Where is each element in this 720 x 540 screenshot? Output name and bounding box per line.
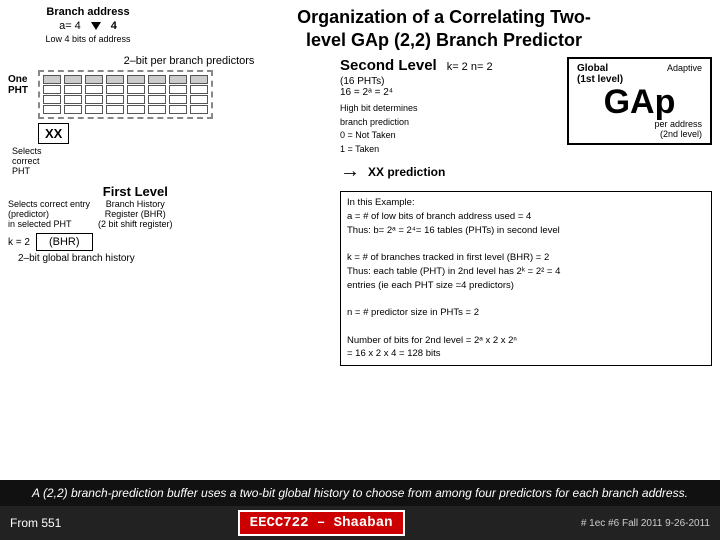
one-pht-label: OnePHT bbox=[8, 74, 38, 96]
example-line5: Thus: each table (PHT) in 2nd level has … bbox=[347, 265, 705, 279]
phts-info: (16 PHTs) 16 = 2ᵃ = 2⁴ bbox=[340, 76, 559, 98]
pht-cell bbox=[148, 75, 166, 84]
predictor-header: 2–bit per branch predictors bbox=[38, 55, 340, 67]
pht-cell bbox=[85, 95, 103, 104]
gap-text: GAp bbox=[577, 85, 702, 119]
pht-cell bbox=[106, 105, 124, 114]
bottom-banner: A (2,2) branch-prediction buffer uses a … bbox=[0, 480, 720, 506]
example-line4: k = # of branches tracked in first level… bbox=[347, 251, 705, 265]
pht-col-7 bbox=[169, 75, 187, 114]
branch-address-box: Branch address a= 4 4 Low 4 bits of addr… bbox=[8, 6, 168, 51]
pht-cell bbox=[127, 75, 145, 84]
top-section: Branch address a= 4 4 Low 4 bits of addr… bbox=[0, 0, 720, 55]
pht-cell bbox=[43, 105, 61, 114]
pht-col-2 bbox=[64, 75, 82, 114]
selects-entry-label: Selects correct entry(predictor)in selec… bbox=[8, 199, 90, 229]
pht-cell bbox=[148, 95, 166, 104]
pht-col-4 bbox=[106, 75, 124, 114]
pht-cell bbox=[64, 95, 82, 104]
example-line1: In this Example: bbox=[347, 196, 705, 210]
pht-cell bbox=[85, 75, 103, 84]
bottom-banner-text: A (2,2) branch-prediction buffer uses a … bbox=[32, 486, 688, 500]
mid-section: 2–bit per branch predictors OnePHT bbox=[0, 55, 720, 480]
pht-cell bbox=[106, 95, 124, 104]
pht-cell bbox=[190, 85, 208, 94]
pht-col-1 bbox=[43, 75, 61, 114]
pht-cell bbox=[127, 95, 145, 104]
pht-cell bbox=[43, 75, 61, 84]
a-eq-label: a= 4 bbox=[59, 20, 81, 32]
pht-cell bbox=[106, 75, 124, 84]
per-address-label: per address(2nd level) bbox=[577, 119, 702, 139]
pht-cell bbox=[169, 105, 187, 114]
footer-bar: From 551 EECC722 – Shaaban # 1ec #6 Fall… bbox=[0, 506, 720, 540]
low4-label: Low 4 bits of address bbox=[8, 34, 168, 44]
pht-cell bbox=[148, 105, 166, 114]
example-line8: Number of bits for 2nd level = 2ᵃ x 2 x … bbox=[347, 334, 705, 348]
pht-col-8 bbox=[190, 75, 208, 114]
pht-cell bbox=[85, 105, 103, 114]
footer-badge: EECC722 – Shaaban bbox=[238, 510, 405, 536]
left-panel: 2–bit per branch predictors OnePHT bbox=[0, 55, 340, 480]
pht-cell bbox=[169, 85, 187, 94]
global-box-title: Global(1st level) bbox=[577, 63, 623, 85]
branch-address-title: Branch address bbox=[8, 6, 168, 18]
pht-cell bbox=[190, 105, 208, 114]
arrow-right-icon: → bbox=[340, 160, 360, 183]
phts-columns bbox=[38, 70, 213, 119]
k2-row-label: k = 2 bbox=[8, 237, 30, 248]
pht-cell bbox=[127, 105, 145, 114]
example-line6: entries (ie each PHT size =4 predictors) bbox=[347, 279, 705, 293]
high-bit-info: High bit determines branch prediction 0 … bbox=[340, 102, 559, 156]
branch-arrow-row: a= 4 4 bbox=[8, 20, 168, 32]
example-line7: n = # predictor size in PHTs = 2 bbox=[347, 306, 705, 320]
first-level-block: First Level Branch HistoryRegister (BHR)… bbox=[98, 184, 173, 229]
pht-cell bbox=[64, 105, 82, 114]
pht-cell bbox=[190, 75, 208, 84]
pht-cell bbox=[190, 95, 208, 104]
global-box: Global(1st level) Adaptive GAp per addre… bbox=[567, 57, 712, 145]
example-line3: Thus: b= 2ᵃ = 2⁴= 16 tables (PHTs) in se… bbox=[347, 224, 705, 238]
arrow-down-icon bbox=[91, 22, 101, 30]
pht-cell bbox=[64, 75, 82, 84]
main-container: Branch address a= 4 4 Low 4 bits of addr… bbox=[0, 0, 720, 540]
first-level-title: First Level bbox=[98, 184, 173, 199]
right-panel: Second Level k= 2 n= 2 (16 PHTs) 16 = 2ᵃ… bbox=[340, 55, 720, 480]
global-history-label: 2–bit global branch history bbox=[18, 253, 340, 264]
example-line9: = 16 x 2 x 4 = 128 bits bbox=[347, 347, 705, 361]
arrow-val-label: 4 bbox=[111, 20, 117, 32]
pht-cell bbox=[43, 85, 61, 94]
footer-from: From 551 bbox=[10, 516, 61, 530]
footer-right: # 1ec #6 Fall 2011 9-26-2011 bbox=[581, 518, 710, 529]
pht-cell bbox=[148, 85, 166, 94]
adaptive-label: Adaptive bbox=[667, 63, 702, 73]
pht-col-5 bbox=[127, 75, 145, 114]
example-line2: a = # of low bits of branch address used… bbox=[347, 210, 705, 224]
pht-cell bbox=[106, 85, 124, 94]
xx-box: XX bbox=[38, 123, 69, 144]
second-level-header: Second Level bbox=[340, 57, 437, 74]
selects-correct-pht-label: SelectscorrectPHT bbox=[12, 146, 340, 176]
kn-row: k= 2 n= 2 bbox=[447, 61, 493, 73]
title-block: Organization of a Correlating Two- level… bbox=[176, 6, 712, 51]
example-box: In this Example: a = # of low bits of br… bbox=[340, 191, 712, 366]
pht-cell bbox=[127, 85, 145, 94]
pht-cell bbox=[64, 85, 82, 94]
pht-cell bbox=[169, 75, 187, 84]
bhr-box: (BHR) bbox=[36, 233, 93, 251]
pht-col-6 bbox=[148, 75, 166, 114]
pht-cell bbox=[169, 95, 187, 104]
pht-cell bbox=[85, 85, 103, 94]
xx-prediction-label: XX prediction bbox=[368, 165, 445, 179]
page-title: Organization of a Correlating Two- level… bbox=[176, 6, 712, 51]
first-level-sub: Branch HistoryRegister (BHR)(2 bit shift… bbox=[98, 199, 173, 229]
pht-col-3 bbox=[85, 75, 103, 114]
pht-cell bbox=[43, 95, 61, 104]
